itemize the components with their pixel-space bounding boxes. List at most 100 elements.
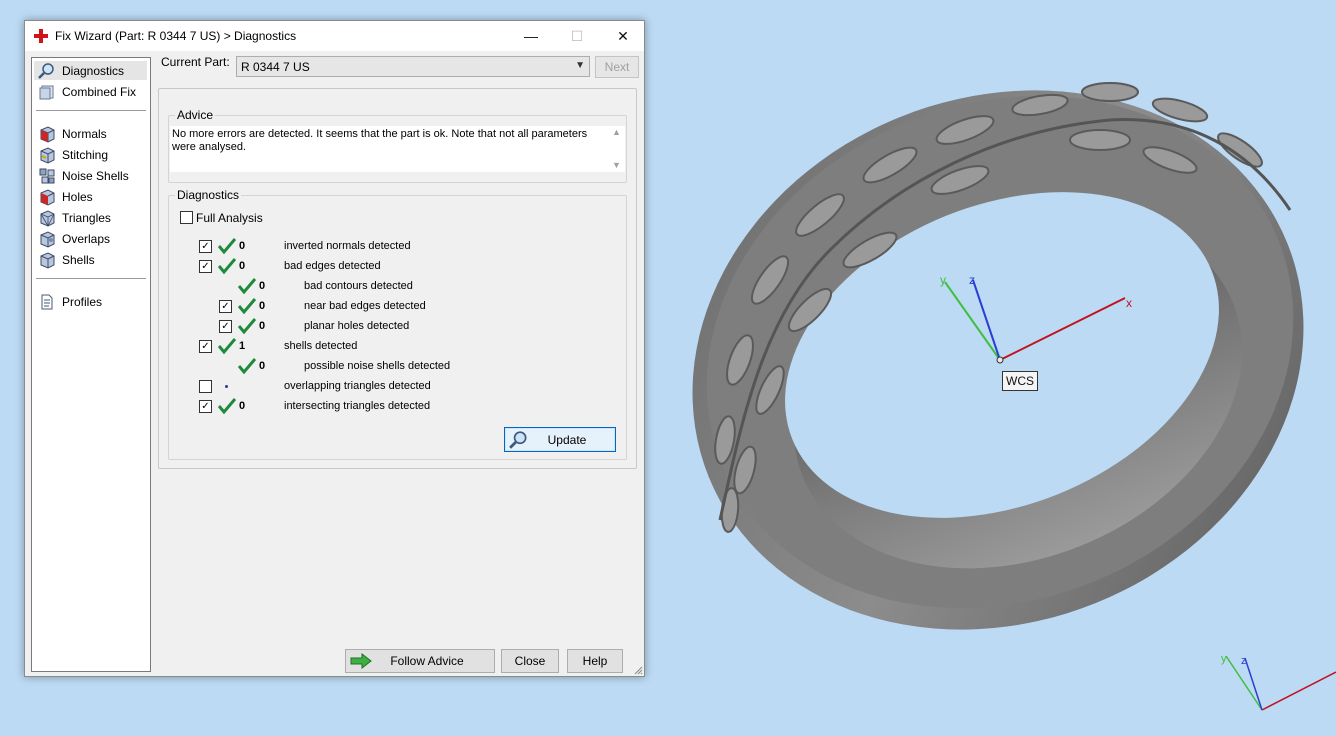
magnifier-icon bbox=[38, 62, 54, 79]
sidebar-item-label: Stitching bbox=[62, 147, 109, 162]
advice-scrollbar[interactable]: ▲ ▼ bbox=[608, 126, 625, 172]
normals-cube-icon bbox=[40, 125, 55, 143]
main-panel: Advice No more errors are detected. It s… bbox=[158, 88, 637, 469]
sidebar-divider bbox=[36, 278, 146, 279]
current-part-select[interactable]: R 0344 7 US ▼ bbox=[236, 56, 590, 77]
advice-text: No more errors are detected. It seems th… bbox=[172, 128, 588, 153]
noise-shells-label: possible noise shells detected bbox=[304, 360, 451, 372]
scroll-down-icon[interactable]: ▼ bbox=[612, 159, 621, 172]
title-bar[interactable]: Fix Wizard (Part: R 0344 7 US) > Diagnos… bbox=[25, 21, 644, 51]
green-checkmark-icon bbox=[218, 398, 236, 414]
near-bad-edges-checkbox[interactable]: ✓ bbox=[219, 300, 232, 313]
diagnostics-title: Diagnostics bbox=[175, 188, 242, 202]
profiles-document-icon bbox=[41, 294, 53, 309]
maximize-button[interactable]: ☐ bbox=[554, 21, 600, 51]
full-analysis-checkbox[interactable] bbox=[180, 211, 193, 224]
noise-shells-count: 0 bbox=[259, 360, 266, 372]
diagnostics-group: Diagnostics Full Analysis ✓ 0 inverted n… bbox=[168, 188, 627, 460]
sidebar-item-label: Triangles bbox=[62, 210, 111, 225]
intersecting-triangles-label: intersecting triangles detected bbox=[284, 400, 431, 412]
sidebar-item-overlaps[interactable]: Overlaps bbox=[34, 229, 147, 248]
noise-shells-icon bbox=[39, 168, 55, 183]
near-bad-edges-label: near bad edges detected bbox=[304, 300, 426, 312]
window-title: Fix Wizard (Part: R 0344 7 US) > Diagnos… bbox=[55, 29, 297, 43]
green-checkmark-icon bbox=[238, 358, 256, 374]
intersecting-triangles-count: 0 bbox=[239, 400, 246, 412]
green-arrow-right-icon bbox=[350, 653, 372, 669]
red-cross-app-icon bbox=[34, 29, 48, 43]
close-window-button[interactable]: ✕ bbox=[600, 21, 646, 51]
help-button[interactable]: Help bbox=[567, 649, 623, 673]
green-checkmark-icon bbox=[238, 278, 256, 294]
magnifier-icon bbox=[509, 431, 527, 449]
shells-count: 1 bbox=[239, 340, 246, 352]
advice-text-box[interactable]: No more errors are detected. It seems th… bbox=[170, 126, 625, 172]
full-analysis-label: Full Analysis bbox=[196, 211, 263, 225]
sidebar-item-stitching[interactable]: Stitching bbox=[34, 145, 147, 164]
shells-label: shells detected bbox=[284, 340, 358, 352]
green-checkmark-icon bbox=[218, 258, 236, 274]
inverted-normals-count: 0 bbox=[239, 240, 246, 252]
current-part-label: Current Part: bbox=[161, 55, 230, 69]
bad-contours-count: 0 bbox=[259, 280, 266, 292]
resize-grip-icon[interactable] bbox=[633, 665, 643, 675]
bad-contours-label: bad contours detected bbox=[304, 280, 413, 292]
sidebar-item-combined-fix[interactable]: Combined Fix bbox=[34, 82, 147, 101]
svg-text:z: z bbox=[1241, 655, 1247, 667]
orientation-triad: y z bbox=[1221, 653, 1336, 711]
minimize-button[interactable]: — bbox=[508, 21, 554, 51]
axis-x-label: x bbox=[1126, 296, 1132, 310]
update-button[interactable]: Update bbox=[504, 427, 616, 452]
inverted-normals-checkbox[interactable]: ✓ bbox=[199, 240, 212, 253]
sidebar-item-label: Holes bbox=[62, 189, 93, 204]
overlaps-cube-icon bbox=[40, 230, 55, 248]
sidebar-item-normals[interactable]: Normals bbox=[34, 124, 147, 143]
not-analysed-dot-icon bbox=[225, 385, 228, 388]
sidebar-item-label: Normals bbox=[62, 126, 107, 141]
fix-wizard-dialog: Fix Wizard (Part: R 0344 7 US) > Diagnos… bbox=[24, 20, 645, 677]
sidebar-item-triangles[interactable]: Triangles bbox=[34, 208, 147, 227]
current-part-value: R 0344 7 US bbox=[241, 59, 310, 74]
close-button[interactable]: Close bbox=[501, 649, 559, 673]
triangles-cube-icon bbox=[40, 209, 55, 227]
shells-checkbox[interactable]: ✓ bbox=[199, 340, 212, 353]
combined-fix-icon bbox=[39, 85, 54, 99]
shells-cube-icon bbox=[40, 251, 55, 269]
wcs-label: WCS bbox=[1002, 371, 1038, 391]
sidebar-item-label: Diagnostics bbox=[62, 63, 125, 78]
planar-holes-label: planar holes detected bbox=[304, 320, 410, 332]
bad-edges-count: 0 bbox=[239, 260, 246, 272]
green-checkmark-icon bbox=[238, 298, 256, 314]
scroll-up-icon[interactable]: ▲ bbox=[612, 126, 621, 139]
intersecting-triangles-checkbox[interactable]: ✓ bbox=[199, 400, 212, 413]
axis-y-label: y bbox=[940, 273, 946, 287]
sidebar-item-label: Profiles bbox=[62, 294, 103, 309]
sidebar-item-shells[interactable]: Shells bbox=[34, 250, 147, 269]
sidebar-item-label: Combined Fix bbox=[62, 84, 137, 99]
bad-edges-checkbox[interactable]: ✓ bbox=[199, 260, 212, 273]
stitching-cube-icon bbox=[40, 146, 55, 164]
planar-holes-checkbox[interactable]: ✓ bbox=[219, 320, 232, 333]
advice-title: Advice bbox=[175, 108, 216, 122]
chevron-down-icon: ▼ bbox=[575, 60, 585, 71]
svg-text:y: y bbox=[1221, 653, 1227, 665]
green-checkmark-icon bbox=[218, 338, 236, 354]
sidebar-item-holes[interactable]: Holes bbox=[34, 187, 147, 206]
follow-advice-label: Follow Advice bbox=[390, 654, 464, 668]
follow-advice-button[interactable]: Follow Advice bbox=[345, 649, 495, 673]
ring-model[interactable] bbox=[611, 0, 1336, 720]
green-checkmark-icon bbox=[218, 238, 236, 254]
sidebar-item-noise-shells[interactable]: Noise Shells bbox=[34, 166, 147, 185]
update-button-label: Update bbox=[547, 432, 587, 447]
inverted-normals-label: inverted normals detected bbox=[284, 240, 411, 252]
planar-holes-count: 0 bbox=[259, 320, 266, 332]
near-bad-edges-count: 0 bbox=[259, 300, 266, 312]
sidebar-item-profiles[interactable]: Profiles bbox=[34, 292, 147, 311]
sidebar-item-diagnostics[interactable]: Diagnostics bbox=[34, 61, 147, 80]
green-checkmark-icon bbox=[238, 318, 256, 334]
axis-z-label: z bbox=[969, 273, 975, 287]
sidebar-item-label: Noise Shells bbox=[62, 168, 129, 183]
sidebar: Diagnostics Combined Fix Normals Stitchi… bbox=[31, 57, 151, 672]
overlapping-triangles-checkbox[interactable] bbox=[199, 380, 212, 393]
next-button[interactable]: Next bbox=[595, 56, 639, 78]
